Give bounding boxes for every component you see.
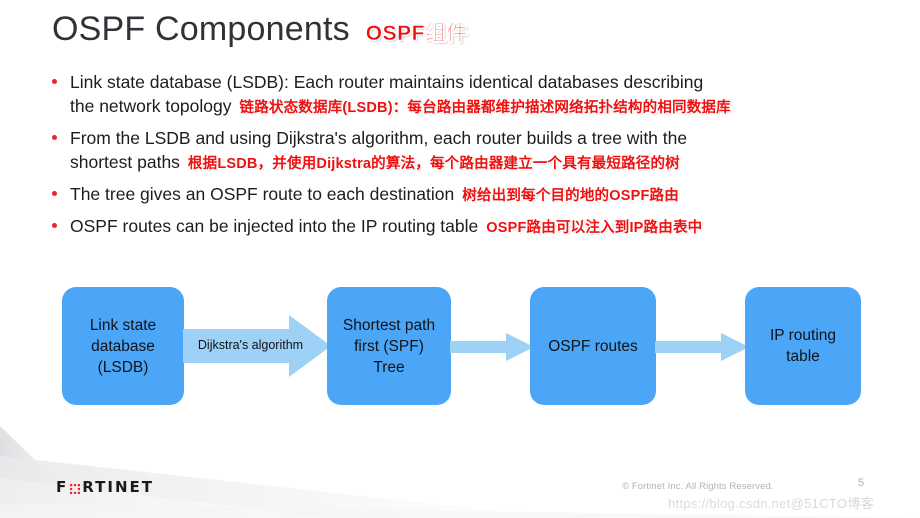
bullet-text-en: The tree gives an OSPF route to each des…	[70, 184, 455, 204]
flow-node-label: IP routing table	[769, 327, 837, 365]
flow-node-shortest-path-first-tree: Shortest path first (SPF) Tree	[327, 287, 451, 405]
bullet-dot-icon	[52, 223, 57, 228]
flow-node-label: Shortest path first (SPF) Tree	[342, 316, 436, 376]
bullet-dot-icon	[52, 79, 57, 84]
bullet-text-en: From the LSDB and using Dijkstra's algor…	[70, 128, 688, 148]
bullet-text-en-line2: shortest paths	[70, 152, 180, 172]
page-title: OSPF Components OSPF组件	[52, 10, 468, 49]
bullet-item: The tree gives an OSPF route to each des…	[48, 182, 908, 208]
bullet-item: From the LSDB and using Dijkstra's algor…	[48, 126, 908, 176]
bullet-text-en-line2: the network topology	[70, 96, 232, 116]
slide: OSPF Components OSPF组件 Link state databa…	[0, 0, 920, 518]
flow-arrow-routes-to-iptable	[655, 333, 749, 361]
ospf-flow-diagram: Link state database (LSDB) Shortest path…	[0, 287, 920, 407]
fortinet-logo: F RTINET	[56, 478, 154, 496]
bullet-cn-annotation: 树给出到每个目的地的OSPF路由	[462, 188, 679, 204]
watermark-tag: @51CTO博客	[790, 496, 874, 511]
bullet-list: Link state database (LSDB): Each router …	[48, 70, 908, 246]
flow-node-label: OSPF routes	[548, 337, 638, 355]
bullet-text-en: OSPF routes can be injected into the IP …	[70, 216, 479, 236]
bullet-text-en: Link state database (LSDB): Each router …	[70, 72, 704, 92]
flow-node-ip-routing-table: IP routing table	[745, 287, 861, 405]
watermark: https://blog.csdn.net@51CTO博客	[668, 493, 874, 512]
bullet-dot-icon	[52, 135, 57, 140]
fortinet-logo-text: F RTINET	[56, 478, 154, 496]
bullet-item: Link state database (LSDB): Each router …	[48, 70, 908, 120]
flow-arrow-spf-to-routes	[450, 333, 534, 361]
bullet-cn-annotation: 根据LSDB，并使用Dijkstra的算法，每个路由器建立一个具有最短路径的树	[187, 156, 680, 172]
bullet-item: OSPF routes can be injected into the IP …	[48, 214, 908, 240]
flow-node-label: Link state database (LSDB)	[89, 316, 157, 376]
flow-node-link-state-database: Link state database (LSDB)	[62, 287, 184, 405]
flow-node-ospf-routes: OSPF routes	[530, 287, 656, 405]
fortinet-logo-text-pre: F	[56, 478, 69, 496]
watermark-url: https://blog.csdn.net	[668, 496, 791, 511]
page-title-en: OSPF Components	[52, 10, 350, 48]
copyright-text: © Fortinet Inc. All Rights Reserved.	[622, 481, 774, 492]
fortinet-dot-matrix-o-icon	[69, 481, 81, 494]
bullet-cn-annotation: 链路状态数据库(LSDB)：每台路由器都维护描述网络拓扑结构的相同数据库	[239, 100, 731, 116]
fortinet-logo-text-post: RTINET	[82, 478, 154, 496]
bullet-cn-annotation: OSPF路由可以注入到IP路由表中	[486, 220, 703, 236]
page-title-cn-annotation: OSPF组件	[365, 22, 468, 45]
flow-arrow-label-dijkstra: Dijkstra's algorithm	[197, 338, 304, 352]
page-number: 5	[858, 477, 865, 489]
bullet-dot-icon	[52, 191, 57, 196]
